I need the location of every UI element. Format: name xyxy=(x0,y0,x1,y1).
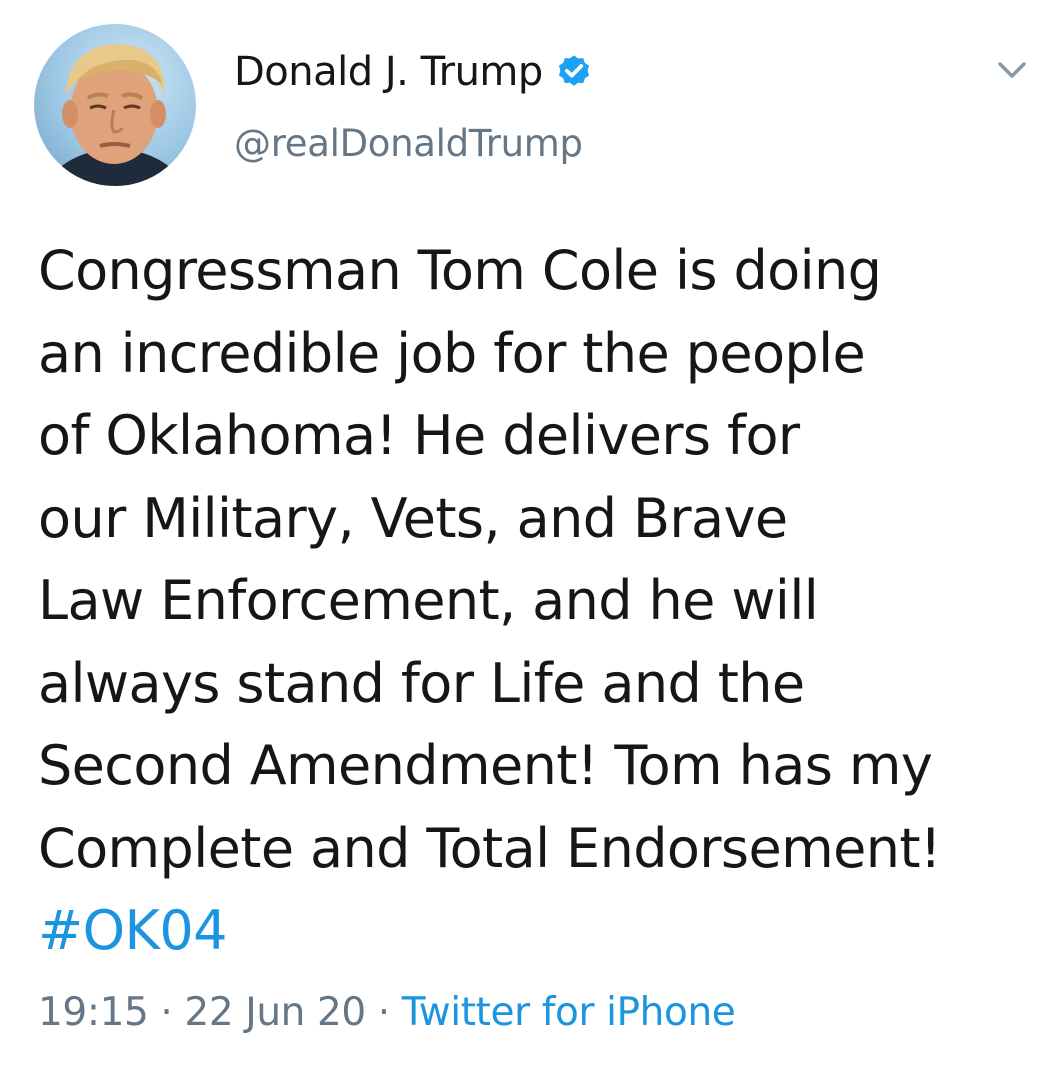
tweet-text-line: our Military, Vets, and Brave xyxy=(38,486,788,550)
user-handle[interactable]: @realDonaldTrump xyxy=(234,122,583,165)
tweet-text-line: always stand for Life and the xyxy=(38,651,805,715)
profile-photo-icon xyxy=(44,44,186,186)
tweet-time[interactable]: 19:15 xyxy=(38,990,149,1035)
tweet-text-line: Complete and Total Endorsement! xyxy=(38,816,942,880)
tweet-text: Congressman Tom Cole is doing an incredi… xyxy=(38,230,1048,973)
tweet-date[interactable]: 22 Jun 20 xyxy=(184,990,366,1035)
display-name[interactable]: Donald J. Trump xyxy=(234,49,543,95)
author-row: Donald J. Trump xyxy=(234,44,593,100)
tweet-text-line: Second Amendment! Tom has my xyxy=(38,734,933,797)
meta-separator: · xyxy=(160,990,173,1035)
tweet-text-line: Congressman Tom Cole is doing xyxy=(38,239,882,302)
hashtag-link[interactable]: #OK04 xyxy=(38,899,227,962)
tweet-card: Donald J. Trump @realDonaldTrump Congres… xyxy=(0,0,1060,1081)
verified-badge-icon xyxy=(555,53,593,91)
tweet-text-line: an incredible job for the people xyxy=(38,321,866,385)
tweet-text-line: Law Enforcement, and he will xyxy=(38,569,819,632)
avatar[interactable] xyxy=(34,24,196,186)
tweet-meta: 19:15 · 22 Jun 20 · Twitter for iPhone xyxy=(38,990,736,1035)
tweet-menu-button[interactable] xyxy=(992,52,1032,88)
tweet-source-link[interactable]: Twitter for iPhone xyxy=(402,990,736,1035)
tweet-text-line: of Oklahoma! He delivers for xyxy=(38,404,800,467)
chevron-down-icon xyxy=(998,62,1026,78)
meta-separator: · xyxy=(377,990,390,1035)
